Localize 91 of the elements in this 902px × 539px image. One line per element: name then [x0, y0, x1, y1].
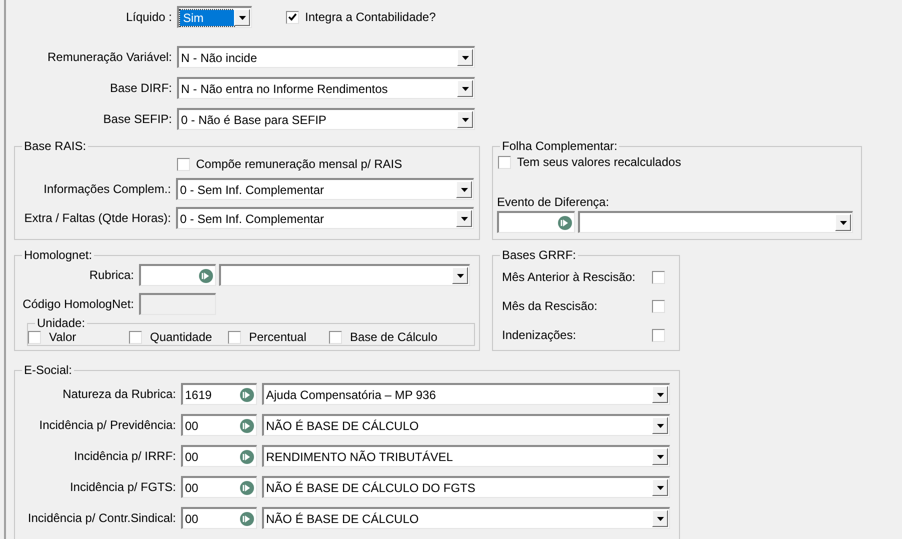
- dropdown[interactable]: N - Não incide: [177, 46, 475, 68]
- dropdown[interactable]: RENDIMENTO NÃO TRIBUTÁVEL: [262, 445, 670, 467]
- checkbox[interactable]: [329, 330, 342, 344]
- play-circle-icon[interactable]: [240, 450, 254, 464]
- caret-icon: [462, 86, 468, 90]
- dropdown-button[interactable]: [452, 267, 468, 284]
- field-label: Rubrica:: [88, 268, 135, 282]
- dropdown[interactable]: N - Não entra no Informe Rendimentos: [177, 77, 475, 99]
- dropdown[interactable]: 0 - Sem Inf. Complementar: [176, 207, 474, 229]
- checkbox-label: Indenizações:: [502, 328, 578, 342]
- dropdown-button[interactable]: [456, 210, 472, 227]
- field-label: Extra / Faltas (Qtde Horas):: [23, 211, 172, 225]
- dropdown-button[interactable]: [652, 448, 668, 465]
- checkbox[interactable]: [228, 330, 241, 344]
- caret-icon: [656, 424, 664, 428]
- checkbox-label: Valor: [49, 330, 76, 344]
- caret-icon: [656, 486, 664, 490]
- dropdown-button[interactable]: [457, 111, 473, 128]
- dropdown[interactable]: NÃO É BASE DE CÁLCULO: [262, 507, 670, 529]
- checkbox-label: Base de Cálculo: [350, 330, 438, 344]
- play-circle-icon[interactable]: [558, 216, 572, 230]
- dropdown[interactable]: Ajuda Compensatória – MP 936: [262, 383, 670, 405]
- field-label: Incidência p/ FGTS:: [68, 480, 177, 494]
- play-circle-icon[interactable]: [240, 388, 254, 402]
- caret-icon: [656, 454, 664, 458]
- caret-icon: [456, 274, 464, 278]
- play-circle-icon[interactable]: [240, 512, 254, 526]
- dropdown[interactable]: 0 - Sem Inf. Complementar: [176, 178, 474, 200]
- group-title: Unidade:: [36, 316, 86, 330]
- dropdown-button[interactable]: [835, 214, 851, 231]
- play-circle-icon[interactable]: [240, 480, 254, 494]
- checkbox[interactable]: [498, 156, 511, 168]
- field-label: Natureza da Rubrica:: [62, 387, 177, 401]
- group-title: Bases GRRF:: [501, 248, 578, 262]
- field-label: Incidência p/ Previdência:: [38, 418, 177, 432]
- checkbox-label: Mês Anterior à Rescisão:: [502, 270, 636, 284]
- checkbox-label: Compõe remuneração mensal p/ RAIS: [196, 157, 402, 171]
- dropdown-button[interactable]: [456, 181, 472, 198]
- field-label: Informações Complem.:: [42, 182, 172, 196]
- code-field[interactable]: 00: [181, 476, 257, 498]
- group-title: E-Social:: [23, 363, 74, 377]
- checkbox[interactable]: [652, 328, 665, 342]
- checkbox-label: Integra a Contabilidade?: [305, 10, 436, 24]
- dropdown-button[interactable]: [652, 417, 668, 434]
- caret-icon: [656, 516, 664, 520]
- code-field[interactable]: 00: [181, 507, 257, 529]
- dropdown-button[interactable]: [652, 510, 668, 527]
- dropdown-button[interactable]: [652, 386, 668, 403]
- checkbox[interactable]: [177, 158, 190, 170]
- checkbox[interactable]: [652, 300, 665, 312]
- group-title: Homolognet:: [23, 248, 94, 262]
- caret-icon: [238, 16, 246, 20]
- checkbox[interactable]: [286, 10, 299, 24]
- dropdown[interactable]: Sim: [177, 6, 252, 28]
- dropdown-button[interactable]: [457, 80, 473, 97]
- caret-icon: [460, 188, 468, 192]
- checkbox[interactable]: [28, 330, 41, 344]
- field-label: Base DIRF:: [108, 81, 173, 95]
- code-field[interactable]: 00: [181, 414, 257, 436]
- dropdown[interactable]: 0 - Não é Base para SEFIP: [177, 108, 475, 130]
- field-label: Base SEFIP:: [102, 112, 173, 126]
- caret-icon: [656, 392, 664, 396]
- field-label: Código HomologNet:: [22, 297, 135, 311]
- code-field[interactable]: 1619: [181, 383, 257, 405]
- caret-icon: [462, 118, 468, 122]
- caret-icon: [460, 216, 468, 220]
- field-label: Evento de Diferença:: [497, 195, 610, 209]
- checkbox-label: Quantidade: [150, 330, 212, 344]
- caret-icon: [840, 220, 846, 224]
- dropdown-button[interactable]: [234, 9, 250, 26]
- caret-icon: [462, 56, 468, 60]
- field-label: Remuneração Variável:: [46, 50, 173, 64]
- dropdown-button[interactable]: [457, 49, 473, 66]
- play-circle-icon[interactable]: [199, 268, 213, 282]
- code-field[interactable]: 00: [181, 445, 257, 467]
- checkbox[interactable]: [652, 270, 665, 284]
- dropdown[interactable]: NÃO É BASE DE CÁLCULO DO FGTS: [262, 476, 670, 498]
- checkbox-label: Percentual: [249, 330, 306, 344]
- checkbox-label: Mês da Rescisão:: [502, 299, 598, 313]
- checkbox-label: Tem seus valores recalculados: [517, 155, 682, 169]
- group-title: Folha Complementar:: [501, 139, 618, 153]
- group-title: Base RAIS:: [23, 139, 88, 153]
- dropdown[interactable]: NÃO É BASE DE CÁLCULO: [262, 414, 670, 436]
- checkbox[interactable]: [129, 330, 142, 344]
- play-circle-icon[interactable]: [240, 418, 254, 432]
- field-label: Incidência p/ Contr.Sindical:: [26, 511, 177, 525]
- code-field[interactable]: [497, 211, 575, 233]
- code-field[interactable]: [139, 264, 216, 286]
- field-label: Líquido :: [124, 10, 173, 24]
- field-label: Incidência p/ IRRF:: [72, 449, 177, 463]
- dropdown-button[interactable]: [652, 479, 668, 496]
